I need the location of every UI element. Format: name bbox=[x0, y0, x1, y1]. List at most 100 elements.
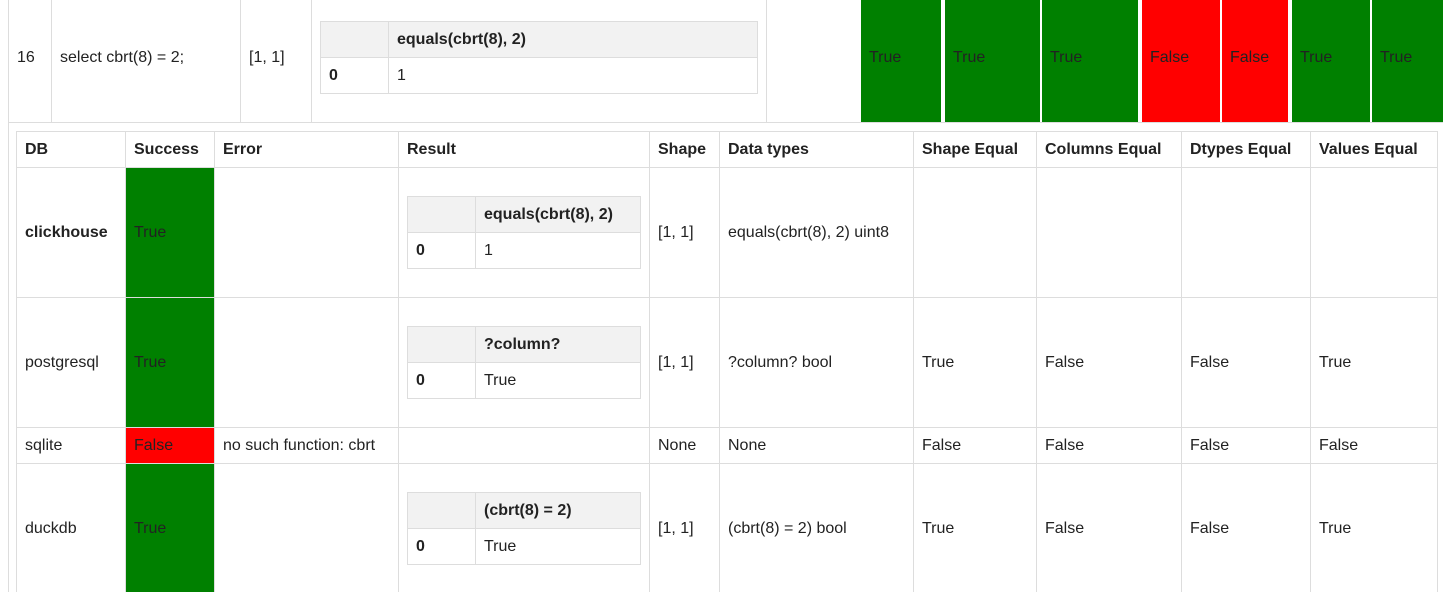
comparison-panel: DB Success Error Result Shape Data types… bbox=[16, 131, 1438, 592]
result-cell: (cbrt(8) = 2) 0 True bbox=[398, 463, 650, 592]
comparison-table: DB Success Error Result Shape Data types… bbox=[16, 131, 1438, 592]
result-row-index: 0 bbox=[320, 57, 389, 94]
error-text bbox=[214, 463, 399, 592]
header-dtypes-equal: Dtypes Equal bbox=[1181, 131, 1311, 168]
shape-text: [1, 1] bbox=[249, 49, 285, 66]
summary-result-table: equals(cbrt(8), 2) 0 1 bbox=[320, 21, 758, 94]
table-row: duckdb True (cbrt(8) = 2) 0 True [1, 1] (… bbox=[16, 463, 1438, 592]
columns-equal-value: False bbox=[1036, 463, 1182, 592]
values-equal-value: True bbox=[1310, 297, 1438, 428]
result-value: True bbox=[475, 528, 641, 565]
table-row: sqlite False no such function: cbrt None… bbox=[16, 427, 1438, 464]
header-data-types: Data types bbox=[719, 131, 914, 168]
flag-label: True bbox=[1050, 49, 1083, 66]
result-value: 1 bbox=[388, 57, 758, 94]
dtypes-value: None bbox=[719, 427, 914, 464]
db-name: sqlite bbox=[16, 427, 126, 464]
values-equal-value: True bbox=[1310, 463, 1438, 592]
result-index-header bbox=[407, 326, 476, 363]
result-row-index: 0 bbox=[407, 362, 476, 399]
flag-label: True bbox=[1300, 49, 1333, 66]
header-success: Success bbox=[125, 131, 215, 168]
columns-equal-value: False bbox=[1036, 427, 1182, 464]
header-db: DB bbox=[16, 131, 126, 168]
table-row: clickhouse True equals(cbrt(8), 2) 01 [1… bbox=[16, 167, 1438, 298]
dtypes-value: ?column? bool bbox=[719, 297, 914, 428]
result-index-header bbox=[407, 196, 476, 233]
row-number-cell: 16 bbox=[8, 0, 52, 123]
success-status: True bbox=[125, 463, 215, 592]
shape-value: None bbox=[649, 427, 720, 464]
db-name: clickhouse bbox=[16, 167, 126, 298]
left-divider bbox=[8, 123, 9, 592]
result-column-header: equals(cbrt(8), 2) bbox=[475, 196, 641, 233]
flag-label: True bbox=[953, 49, 986, 66]
db-name: postgresql bbox=[16, 297, 126, 428]
result-cell: equals(cbrt(8), 2) 01 bbox=[398, 167, 650, 298]
error-text: no such function: cbrt bbox=[214, 427, 399, 464]
query-text: select cbrt(8) = 2; bbox=[60, 49, 185, 66]
flag-cell: True bbox=[1042, 0, 1138, 122]
header-values-equal: Values Equal bbox=[1310, 131, 1438, 168]
shape-value: [1, 1] bbox=[649, 297, 720, 428]
shape-equal-value: False bbox=[913, 427, 1037, 464]
shape-cell: [1, 1] bbox=[241, 0, 312, 123]
result-table: (cbrt(8) = 2) 0 True bbox=[407, 492, 641, 565]
header-shape: Shape bbox=[649, 131, 720, 168]
flag-label: True bbox=[869, 49, 902, 66]
flag-cell: True bbox=[945, 0, 1040, 122]
dtypes-equal-value bbox=[1181, 167, 1311, 298]
db-name: duckdb bbox=[16, 463, 126, 592]
flag-label: False bbox=[1230, 49, 1270, 66]
query-cell: select cbrt(8) = 2; bbox=[52, 0, 241, 123]
result-index-header bbox=[407, 492, 476, 529]
result-column-header: (cbrt(8) = 2) bbox=[475, 492, 641, 529]
result-row-index: 0 bbox=[407, 528, 476, 565]
header-error: Error bbox=[214, 131, 399, 168]
shape-equal-value: True bbox=[913, 463, 1037, 592]
result-column-header: ?column? bbox=[475, 326, 641, 363]
result-index-header bbox=[320, 21, 389, 58]
table-header-row: DB Success Error Result Shape Data types… bbox=[16, 131, 1438, 168]
header-columns-equal: Columns Equal bbox=[1036, 131, 1182, 168]
dtypes-equal-value: False bbox=[1181, 463, 1311, 592]
success-status: False bbox=[125, 427, 215, 464]
row-number: 16 bbox=[17, 49, 35, 66]
shape-value: [1, 1] bbox=[649, 463, 720, 592]
result-column-header: equals(cbrt(8), 2) bbox=[388, 21, 758, 58]
dtypes-equal-value: False bbox=[1181, 297, 1311, 428]
result-cell bbox=[398, 427, 650, 464]
error-text bbox=[214, 167, 399, 298]
result-table: ?column? 0 True bbox=[407, 326, 641, 399]
dtypes-value: equals(cbrt(8), 2) uint8 bbox=[719, 167, 914, 298]
result-cell: ?column? 0 True bbox=[398, 297, 650, 428]
shape-value: [1, 1] bbox=[649, 167, 720, 298]
values-equal-value: False bbox=[1310, 427, 1438, 464]
dtypes-equal-value: False bbox=[1181, 427, 1311, 464]
flag-cell: True bbox=[1372, 0, 1443, 122]
error-text bbox=[214, 297, 399, 428]
flag-cell: False bbox=[1222, 0, 1288, 122]
result-table: equals(cbrt(8), 2) 01 bbox=[407, 196, 641, 269]
empty-cell bbox=[767, 0, 861, 123]
success-status: True bbox=[125, 297, 215, 428]
flag-cell: True bbox=[1292, 0, 1370, 122]
result-cell: equals(cbrt(8), 2) 0 1 bbox=[312, 0, 767, 123]
shape-equal-value bbox=[913, 167, 1037, 298]
values-equal-value bbox=[1310, 167, 1438, 298]
flag-cell: True bbox=[861, 0, 941, 122]
columns-equal-value bbox=[1036, 167, 1182, 298]
flag-label: False bbox=[1150, 49, 1190, 66]
columns-equal-value: False bbox=[1036, 297, 1182, 428]
result-value: 1 bbox=[475, 232, 641, 269]
table-row: postgresql True ?column? 0 True [1, 1] ?c… bbox=[16, 297, 1438, 428]
flag-label: True bbox=[1380, 49, 1413, 66]
header-result: Result bbox=[398, 131, 650, 168]
dtypes-value: (cbrt(8) = 2) bool bbox=[719, 463, 914, 592]
success-status: True bbox=[125, 167, 215, 298]
flag-cell: False bbox=[1142, 0, 1220, 122]
header-shape-equal: Shape Equal bbox=[913, 131, 1037, 168]
shape-equal-value: True bbox=[913, 297, 1037, 428]
result-value: True bbox=[475, 362, 641, 399]
result-row-index: 0 bbox=[407, 232, 476, 269]
